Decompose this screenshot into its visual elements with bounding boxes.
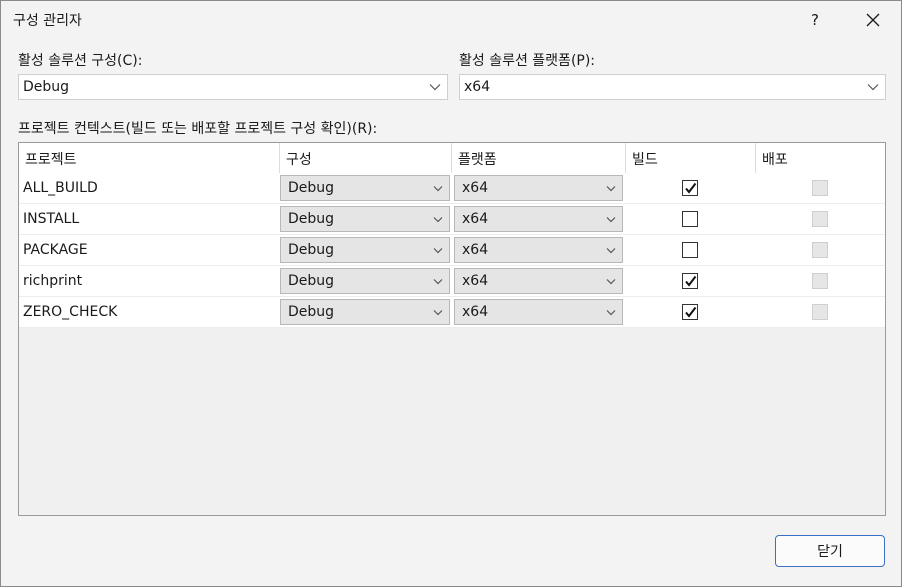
chevron-down-icon xyxy=(606,217,616,223)
build-checkbox[interactable] xyxy=(682,273,698,289)
chevron-down-icon xyxy=(606,248,616,254)
platform-select[interactable]: x64 xyxy=(454,175,623,201)
column-header-platform[interactable]: 플랫폼 xyxy=(452,143,626,173)
table-row: ALL_BUILD Debug x64 xyxy=(19,173,885,204)
deploy-checkbox xyxy=(812,180,828,196)
project-contexts-grid: 프로젝트 구성 플랫폼 빌드 배포 ALL_BUILD Debug x64 IN… xyxy=(18,142,886,516)
checkmark-icon xyxy=(685,275,697,287)
table-row: ZERO_CHECK Debug x64 xyxy=(19,297,885,328)
column-header-build[interactable]: 빌드 xyxy=(626,143,756,173)
table-row: richprint Debug x64 xyxy=(19,266,885,297)
active-config-value: Debug xyxy=(23,79,70,95)
deploy-checkbox xyxy=(812,273,828,289)
close-button[interactable]: 닫기 xyxy=(775,535,885,567)
chevron-down-icon xyxy=(433,279,443,285)
config-select[interactable]: Debug xyxy=(280,237,450,263)
configuration-manager-dialog: 구성 관리자 ? 활성 솔루션 구성(C): Debug 활성 솔루션 플랫폼(… xyxy=(0,0,902,587)
project-name: PACKAGE xyxy=(23,242,88,258)
build-checkbox[interactable] xyxy=(682,211,698,227)
column-header-deploy[interactable]: 배포 xyxy=(756,143,885,173)
deploy-checkbox xyxy=(812,304,828,320)
chevron-down-icon xyxy=(433,217,443,223)
active-platform-value: x64 xyxy=(464,79,491,95)
project-name: INSTALL xyxy=(23,211,80,227)
chevron-down-icon xyxy=(433,310,443,316)
project-contexts-label: 프로젝트 컨텍스트(빌드 또는 배포할 프로젝트 구성 확인)(R): xyxy=(18,121,378,137)
chevron-down-icon xyxy=(433,186,443,192)
deploy-checkbox xyxy=(812,211,828,227)
active-config-select[interactable]: Debug xyxy=(18,74,448,100)
title-bar: 구성 관리자 ? xyxy=(1,1,901,39)
project-name: ALL_BUILD xyxy=(23,180,98,196)
close-window-button[interactable] xyxy=(851,3,895,37)
table-row: PACKAGE Debug x64 xyxy=(19,235,885,266)
active-platform-select[interactable]: x64 xyxy=(459,74,886,100)
table-row: INSTALL Debug x64 xyxy=(19,204,885,235)
close-icon xyxy=(866,13,880,27)
active-config-label: 활성 솔루션 구성(C): xyxy=(18,53,143,69)
chevron-down-icon xyxy=(867,84,879,91)
checkmark-icon xyxy=(685,306,697,318)
checkmark-icon xyxy=(685,182,697,194)
build-checkbox[interactable] xyxy=(682,304,698,320)
chevron-down-icon xyxy=(606,186,616,192)
build-checkbox[interactable] xyxy=(682,242,698,258)
project-name: richprint xyxy=(23,273,83,289)
build-checkbox[interactable] xyxy=(682,180,698,196)
platform-select[interactable]: x64 xyxy=(454,268,623,294)
platform-select[interactable]: x64 xyxy=(454,206,623,232)
grid-header: 프로젝트 구성 플랫폼 빌드 배포 xyxy=(19,143,885,174)
chevron-down-icon xyxy=(433,248,443,254)
active-platform-label: 활성 솔루션 플랫폼(P): xyxy=(459,53,596,69)
column-header-config[interactable]: 구성 xyxy=(280,143,452,173)
config-select[interactable]: Debug xyxy=(280,268,450,294)
chevron-down-icon xyxy=(429,84,441,91)
config-select[interactable]: Debug xyxy=(280,206,450,232)
help-button[interactable]: ? xyxy=(795,3,835,37)
config-select[interactable]: Debug xyxy=(280,299,450,325)
platform-select[interactable]: x64 xyxy=(454,237,623,263)
dialog-title: 구성 관리자 xyxy=(13,13,82,29)
chevron-down-icon xyxy=(606,279,616,285)
project-name: ZERO_CHECK xyxy=(23,304,118,320)
platform-select[interactable]: x64 xyxy=(454,299,623,325)
chevron-down-icon xyxy=(606,310,616,316)
help-icon: ? xyxy=(811,11,819,29)
deploy-checkbox xyxy=(812,242,828,258)
config-select[interactable]: Debug xyxy=(280,175,450,201)
column-header-project[interactable]: 프로젝트 xyxy=(19,143,280,173)
